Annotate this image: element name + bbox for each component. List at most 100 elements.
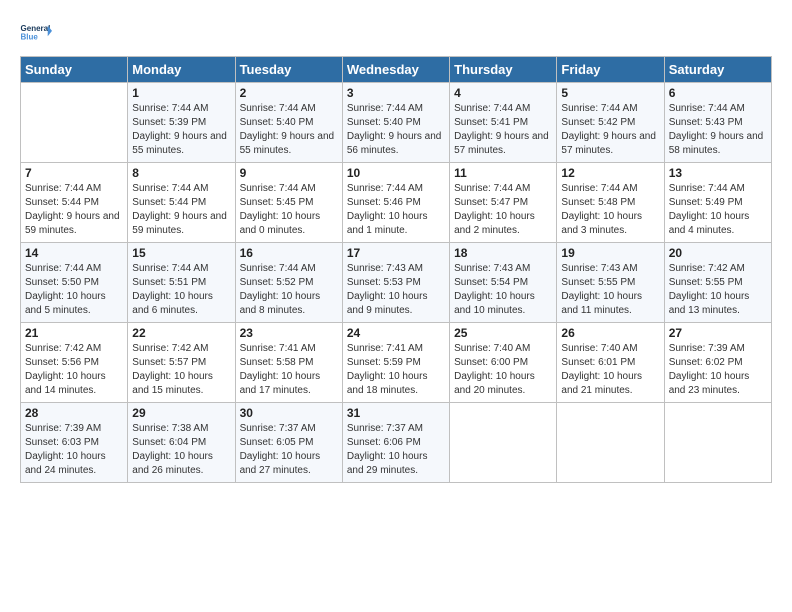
weekday-header-friday: Friday	[557, 57, 664, 83]
calendar-cell: 30Sunrise: 7:37 AMSunset: 6:05 PMDayligh…	[235, 403, 342, 483]
svg-text:Blue: Blue	[21, 32, 39, 41]
day-info: Sunrise: 7:37 AMSunset: 6:05 PMDaylight:…	[240, 422, 338, 478]
day-info: Sunrise: 7:39 AMSunset: 6:03 PMDaylight:…	[25, 422, 123, 478]
calendar-cell: 21 Sunrise: 7:42 AMSunset: 5:56 PMDayligh…	[21, 323, 128, 403]
calendar-cell: 16Sunrise: 7:44 AMSunset: 5:52 PMDayligh…	[235, 243, 342, 323]
day-info: Sunrise: 7:44 AMSunset: 5:41 PMDaylight:…	[454, 102, 552, 158]
calendar-cell: 23Sunrise: 7:41 AMSunset: 5:58 PMDayligh…	[235, 323, 342, 403]
calendar-cell: 12 Sunrise: 7:44 AMSunset: 5:48 PMDayligh…	[557, 163, 664, 243]
day-number: 27	[669, 326, 767, 340]
calendar-cell	[21, 83, 128, 163]
day-info: Sunrise: 7:43 AMSunset: 5:53 PMDaylight:…	[347, 262, 445, 318]
day-number: 9	[240, 166, 338, 180]
day-number: 24	[347, 326, 445, 340]
calendar-cell: 1 Sunrise: 7:44 AMSunset: 5:39 PMDaylight…	[128, 83, 235, 163]
day-number: 21	[25, 326, 123, 340]
day-info: Sunrise: 7:43 AMSunset: 5:54 PMDaylight:…	[454, 262, 552, 318]
week-row-3: 14Sunrise: 7:44 AMSunset: 5:50 PMDayligh…	[21, 243, 772, 323]
weekday-header-tuesday: Tuesday	[235, 57, 342, 83]
day-info: Sunrise: 7:44 AMSunset: 5:40 PMDaylight:…	[240, 102, 338, 158]
day-number: 6	[669, 86, 767, 100]
day-info: Sunrise: 7:37 AMSunset: 6:06 PMDaylight:…	[347, 422, 445, 478]
day-number: 18	[454, 246, 552, 260]
day-number: 31	[347, 406, 445, 420]
calendar-cell: 17 Sunrise: 7:43 AMSunset: 5:53 PMDayligh…	[342, 243, 449, 323]
day-number: 29	[132, 406, 230, 420]
day-number: 19	[561, 246, 659, 260]
day-info: Sunrise: 7:40 AMSunset: 6:00 PMDaylight:…	[454, 342, 552, 398]
day-info: Sunrise: 7:40 AMSunset: 6:01 PMDaylight:…	[561, 342, 659, 398]
calendar-table: SundayMondayTuesdayWednesdayThursdayFrid…	[20, 56, 772, 483]
day-number: 10	[347, 166, 445, 180]
day-number: 17	[347, 246, 445, 260]
day-info: Sunrise: 7:44 AMSunset: 5:52 PMDaylight:…	[240, 262, 338, 318]
calendar-cell: 9 Sunrise: 7:44 AMSunset: 5:45 PMDaylight…	[235, 163, 342, 243]
day-info: Sunrise: 7:44 AMSunset: 5:40 PMDaylight:…	[347, 102, 445, 158]
calendar-cell: 31 Sunrise: 7:37 AMSunset: 6:06 PMDayligh…	[342, 403, 449, 483]
week-row-1: 1 Sunrise: 7:44 AMSunset: 5:39 PMDaylight…	[21, 83, 772, 163]
day-number: 25	[454, 326, 552, 340]
day-info: Sunrise: 7:39 AMSunset: 6:02 PMDaylight:…	[669, 342, 767, 398]
calendar-cell: 8 Sunrise: 7:44 AMSunset: 5:44 PMDaylight…	[128, 163, 235, 243]
calendar-cell: 26 Sunrise: 7:40 AMSunset: 6:01 PMDayligh…	[557, 323, 664, 403]
day-info: Sunrise: 7:42 AMSunset: 5:56 PMDaylight:…	[25, 342, 123, 398]
calendar-cell: 10Sunrise: 7:44 AMSunset: 5:46 PMDayligh…	[342, 163, 449, 243]
day-number: 26	[561, 326, 659, 340]
day-info: Sunrise: 7:44 AMSunset: 5:45 PMDaylight:…	[240, 182, 338, 238]
day-info: Sunrise: 7:44 AMSunset: 5:42 PMDaylight:…	[561, 102, 659, 158]
day-info: Sunrise: 7:44 AMSunset: 5:51 PMDaylight:…	[132, 262, 230, 318]
svg-text:General: General	[21, 24, 51, 33]
logo: General Blue	[20, 16, 56, 48]
day-info: Sunrise: 7:44 AMSunset: 5:48 PMDaylight:…	[561, 182, 659, 238]
day-number: 7	[25, 166, 123, 180]
calendar-cell: 28 Sunrise: 7:39 AMSunset: 6:03 PMDayligh…	[21, 403, 128, 483]
day-info: Sunrise: 7:44 AMSunset: 5:47 PMDaylight:…	[454, 182, 552, 238]
day-info: Sunrise: 7:44 AMSunset: 5:39 PMDaylight:…	[132, 102, 230, 158]
calendar-cell: 20Sunrise: 7:42 AMSunset: 5:55 PMDayligh…	[664, 243, 771, 323]
calendar-cell: 29 Sunrise: 7:38 AMSunset: 6:04 PMDayligh…	[128, 403, 235, 483]
week-row-2: 7 Sunrise: 7:44 AMSunset: 5:44 PMDaylight…	[21, 163, 772, 243]
day-number: 5	[561, 86, 659, 100]
day-number: 23	[240, 326, 338, 340]
day-info: Sunrise: 7:41 AMSunset: 5:59 PMDaylight:…	[347, 342, 445, 398]
calendar-cell: 2 Sunrise: 7:44 AMSunset: 5:40 PMDaylight…	[235, 83, 342, 163]
day-info: Sunrise: 7:43 AMSunset: 5:55 PMDaylight:…	[561, 262, 659, 318]
day-number: 3	[347, 86, 445, 100]
calendar-cell: 22Sunrise: 7:42 AMSunset: 5:57 PMDayligh…	[128, 323, 235, 403]
calendar-cell: 15 Sunrise: 7:44 AMSunset: 5:51 PMDayligh…	[128, 243, 235, 323]
calendar-cell: 3 Sunrise: 7:44 AMSunset: 5:40 PMDaylight…	[342, 83, 449, 163]
weekday-header-thursday: Thursday	[450, 57, 557, 83]
calendar-cell: 19 Sunrise: 7:43 AMSunset: 5:55 PMDayligh…	[557, 243, 664, 323]
weekday-header-monday: Monday	[128, 57, 235, 83]
calendar-cell: 4 Sunrise: 7:44 AMSunset: 5:41 PMDaylight…	[450, 83, 557, 163]
calendar-cell: 13Sunrise: 7:44 AMSunset: 5:49 PMDayligh…	[664, 163, 771, 243]
calendar-cell: 27 Sunrise: 7:39 AMSunset: 6:02 PMDayligh…	[664, 323, 771, 403]
day-number: 15	[132, 246, 230, 260]
calendar-cell: 7 Sunrise: 7:44 AMSunset: 5:44 PMDaylight…	[21, 163, 128, 243]
calendar-cell: 5 Sunrise: 7:44 AMSunset: 5:42 PMDaylight…	[557, 83, 664, 163]
day-info: Sunrise: 7:44 AMSunset: 5:43 PMDaylight:…	[669, 102, 767, 158]
day-number: 20	[669, 246, 767, 260]
day-number: 13	[669, 166, 767, 180]
calendar-cell: 24 Sunrise: 7:41 AMSunset: 5:59 PMDayligh…	[342, 323, 449, 403]
calendar-cell: 25 Sunrise: 7:40 AMSunset: 6:00 PMDayligh…	[450, 323, 557, 403]
day-info: Sunrise: 7:44 AMSunset: 5:44 PMDaylight:…	[132, 182, 230, 238]
day-number: 1	[132, 86, 230, 100]
day-number: 2	[240, 86, 338, 100]
weekday-header-saturday: Saturday	[664, 57, 771, 83]
day-info: Sunrise: 7:44 AMSunset: 5:44 PMDaylight:…	[25, 182, 123, 238]
logo-icon: General Blue	[20, 16, 52, 48]
day-number: 11	[454, 166, 552, 180]
calendar-cell: 14Sunrise: 7:44 AMSunset: 5:50 PMDayligh…	[21, 243, 128, 323]
week-row-4: 21 Sunrise: 7:42 AMSunset: 5:56 PMDayligh…	[21, 323, 772, 403]
calendar-cell: 18 Sunrise: 7:43 AMSunset: 5:54 PMDayligh…	[450, 243, 557, 323]
day-info: Sunrise: 7:38 AMSunset: 6:04 PMDaylight:…	[132, 422, 230, 478]
day-number: 12	[561, 166, 659, 180]
calendar-cell	[450, 403, 557, 483]
day-number: 14	[25, 246, 123, 260]
calendar-cell	[664, 403, 771, 483]
day-number: 8	[132, 166, 230, 180]
day-number: 28	[25, 406, 123, 420]
calendar-cell: 6 Sunrise: 7:44 AMSunset: 5:43 PMDaylight…	[664, 83, 771, 163]
day-number: 4	[454, 86, 552, 100]
